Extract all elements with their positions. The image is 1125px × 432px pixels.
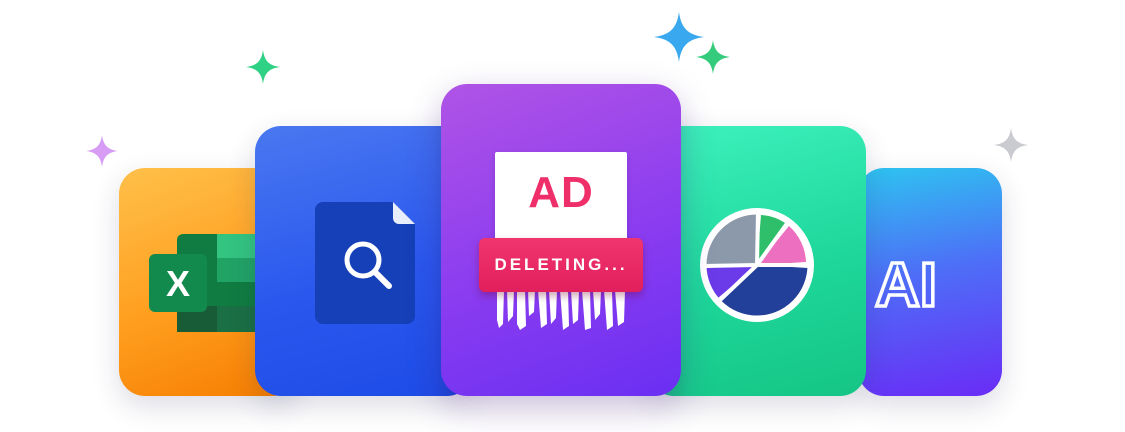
sparkle-gray-right-icon bbox=[994, 128, 1028, 162]
ad-deleting-card: AD DELETING... bbox=[441, 84, 681, 396]
search-document-icon bbox=[315, 202, 415, 324]
sparkle-green-top-icon bbox=[696, 40, 730, 74]
shredded-strips-icon bbox=[497, 290, 625, 330]
ai-label: AI bbox=[875, 251, 937, 318]
sparkle-lilac-left-icon bbox=[86, 135, 118, 167]
ad-sheet: AD bbox=[495, 152, 627, 240]
ai-icon: AI bbox=[873, 249, 939, 318]
excel-icon: X bbox=[149, 234, 257, 332]
excel-label: X bbox=[166, 263, 190, 304]
ad-label: AD bbox=[528, 168, 594, 217]
ai-card: AI bbox=[858, 168, 1002, 396]
deleting-status-text: DELETING... bbox=[494, 255, 628, 274]
sparkle-green-left-icon bbox=[246, 50, 280, 84]
illustration-stage: X AI AD DELETING... bbox=[0, 0, 1125, 432]
deleting-status-bar: DELETING... bbox=[479, 238, 643, 292]
pie-chart-icon bbox=[700, 208, 814, 322]
